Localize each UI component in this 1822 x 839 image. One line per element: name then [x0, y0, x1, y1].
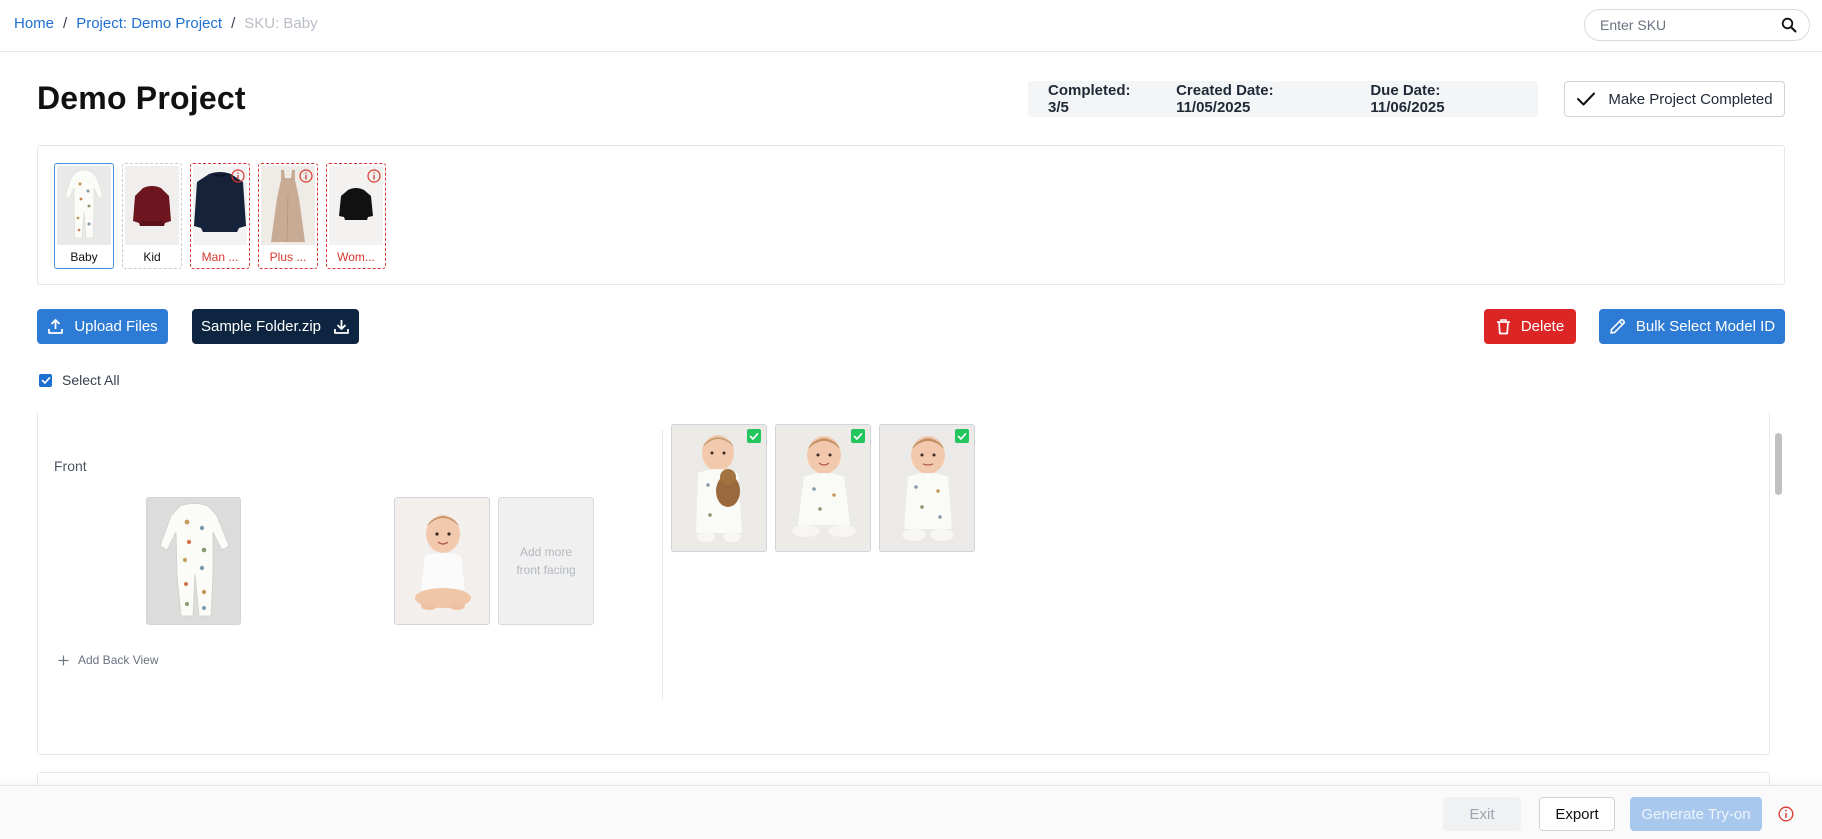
add-back-view-label: Add Back View	[78, 653, 159, 667]
project-stats: Completed: 3/5 Created Date: 11/05/2025 …	[1028, 81, 1538, 117]
selected-check-icon[interactable]	[955, 429, 969, 443]
footer-bar: Exit Export Generate Try-on	[0, 785, 1822, 839]
garment-front-image[interactable]	[146, 497, 241, 625]
upload-files-button[interactable]: Upload Files	[37, 309, 168, 344]
add-more-front-facing-button[interactable]: Add more front facing	[498, 497, 594, 625]
page-title: Demo Project	[37, 80, 246, 116]
select-all-checkbox[interactable]: Select All	[39, 372, 120, 388]
warning-info-icon[interactable]	[367, 169, 381, 183]
sample-folder-download-button[interactable]: Sample Folder.zip	[192, 309, 359, 344]
plus-icon	[58, 655, 69, 666]
sku-thumb-image	[125, 166, 179, 245]
sku-thumb-baby[interactable]: Baby	[54, 163, 114, 269]
result-image[interactable]	[671, 424, 767, 552]
scrollbar[interactable]	[1772, 413, 1785, 785]
sku-thumb-kid[interactable]: Kid	[122, 163, 182, 269]
selected-check-icon[interactable]	[851, 429, 865, 443]
created-date: Created Date: 11/05/2025	[1176, 82, 1274, 116]
select-all-label: Select All	[62, 372, 120, 388]
checkbox-checked-icon	[39, 373, 52, 387]
completed-count: Completed: 3/5	[1048, 82, 1131, 116]
sku-thumb-label: Kid	[143, 250, 161, 264]
sku-thumb-plus[interactable]: Plus ...	[258, 163, 318, 269]
trash-icon	[1496, 318, 1511, 335]
breadcrumb-separator: /	[231, 15, 236, 32]
upload-files-label: Upload Files	[74, 318, 158, 335]
check-icon	[1576, 91, 1596, 107]
search-icon[interactable]	[1781, 16, 1797, 34]
bulk-select-label: Bulk Select Model ID	[1635, 318, 1776, 335]
export-button[interactable]: Export	[1539, 797, 1615, 831]
sku-thumb-label: Baby	[70, 250, 98, 264]
make-project-completed-label: Make Project Completed	[1608, 90, 1773, 108]
sku-search	[1584, 9, 1810, 41]
front-view-label: Front	[54, 458, 87, 474]
breadcrumb-project[interactable]: Project: Demo Project	[76, 15, 222, 32]
add-back-view-button[interactable]: Add Back View	[58, 653, 159, 667]
model-front-image[interactable]	[394, 497, 490, 625]
breadcrumb-home[interactable]: Home	[14, 15, 54, 32]
generate-try-on-button[interactable]: Generate Try-on	[1630, 797, 1762, 831]
warning-info-icon[interactable]	[1778, 806, 1794, 822]
delete-label: Delete	[1520, 318, 1565, 335]
sku-thumb-label: Wom...	[337, 250, 375, 264]
scrollbar-thumb[interactable]	[1775, 433, 1782, 495]
result-image[interactable]	[775, 424, 871, 552]
upload-icon	[47, 318, 64, 335]
sku-thumb-label: Plus ...	[269, 250, 307, 264]
exit-button[interactable]: Exit	[1443, 797, 1521, 831]
breadcrumb-current: SKU: Baby	[244, 15, 318, 32]
pencil-icon	[1609, 318, 1626, 335]
breadcrumb-separator: /	[63, 15, 68, 32]
sku-thumbnail-panel: Baby Kid Man ... Plus ... Wom...	[37, 145, 1785, 285]
sku-thumb-image	[57, 166, 111, 245]
sku-thumb-label: Man ...	[201, 250, 239, 264]
bulk-select-model-id-button[interactable]: Bulk Select Model ID	[1599, 309, 1785, 344]
warning-info-icon[interactable]	[231, 169, 245, 183]
breadcrumb: Home / Project: Demo Project / SKU: Baby	[14, 15, 318, 32]
sample-folder-label: Sample Folder.zip	[200, 318, 322, 335]
section-divider	[662, 430, 663, 700]
selected-check-icon[interactable]	[747, 429, 761, 443]
result-image[interactable]	[879, 424, 975, 552]
due-date: Due Date: 11/06/2025	[1370, 82, 1445, 116]
make-project-completed-button[interactable]: Make Project Completed	[1564, 81, 1785, 117]
sku-thumb-women[interactable]: Wom...	[326, 163, 386, 269]
sku-thumb-man[interactable]: Man ...	[190, 163, 250, 269]
download-icon	[333, 318, 350, 335]
delete-button[interactable]: Delete	[1484, 309, 1576, 344]
sku-search-input[interactable]	[1600, 17, 1781, 33]
warning-info-icon[interactable]	[299, 169, 313, 183]
top-bar: Home / Project: Demo Project / SKU: Baby	[0, 0, 1822, 52]
